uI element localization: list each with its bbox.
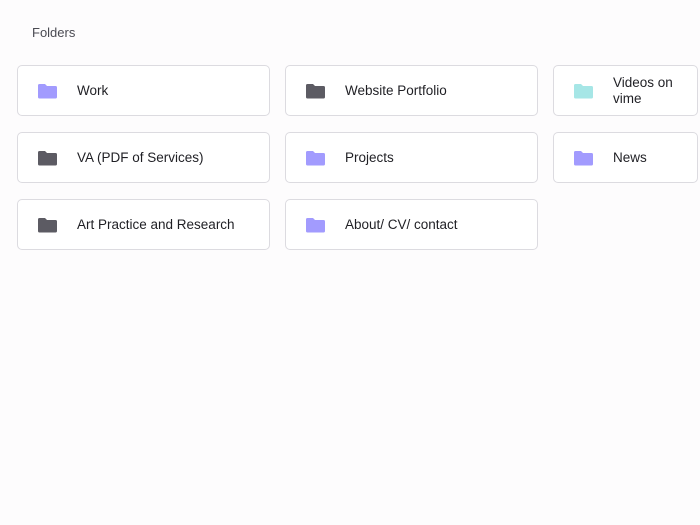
folder-label: Work xyxy=(77,83,108,99)
folder-icon xyxy=(305,217,326,233)
folder-card-va-pdf-of-services[interactable]: VA (PDF of Services) xyxy=(17,132,270,183)
folder-icon xyxy=(573,150,594,166)
folder-icon xyxy=(37,217,58,233)
folder-card-videos-on-vimeo[interactable]: Videos on vime xyxy=(553,65,698,116)
folder-card-about-cv-contact[interactable]: About/ CV/ contact xyxy=(285,199,538,250)
folder-label: VA (PDF of Services) xyxy=(77,150,204,166)
folder-grid: Work Website Portfolio Videos on vime VA… xyxy=(17,65,698,250)
folder-card-news[interactable]: News xyxy=(553,132,698,183)
folder-card-projects[interactable]: Projects xyxy=(285,132,538,183)
folder-icon xyxy=(37,150,58,166)
folder-card-art-practice-and-research[interactable]: Art Practice and Research xyxy=(17,199,270,250)
folder-card-website-portfolio[interactable]: Website Portfolio xyxy=(285,65,538,116)
folders-heading: Folders xyxy=(32,25,75,40)
folder-icon xyxy=(573,83,594,99)
folder-label: Art Practice and Research xyxy=(77,217,235,233)
folder-icon xyxy=(305,150,326,166)
folder-icon xyxy=(305,83,326,99)
folder-icon xyxy=(37,83,58,99)
folder-label: Projects xyxy=(345,150,394,166)
folder-label: Videos on vime xyxy=(613,75,691,107)
folder-label: Website Portfolio xyxy=(345,83,447,99)
folder-card-work[interactable]: Work xyxy=(17,65,270,116)
folder-label: About/ CV/ contact xyxy=(345,217,458,233)
folder-label: News xyxy=(613,150,647,166)
